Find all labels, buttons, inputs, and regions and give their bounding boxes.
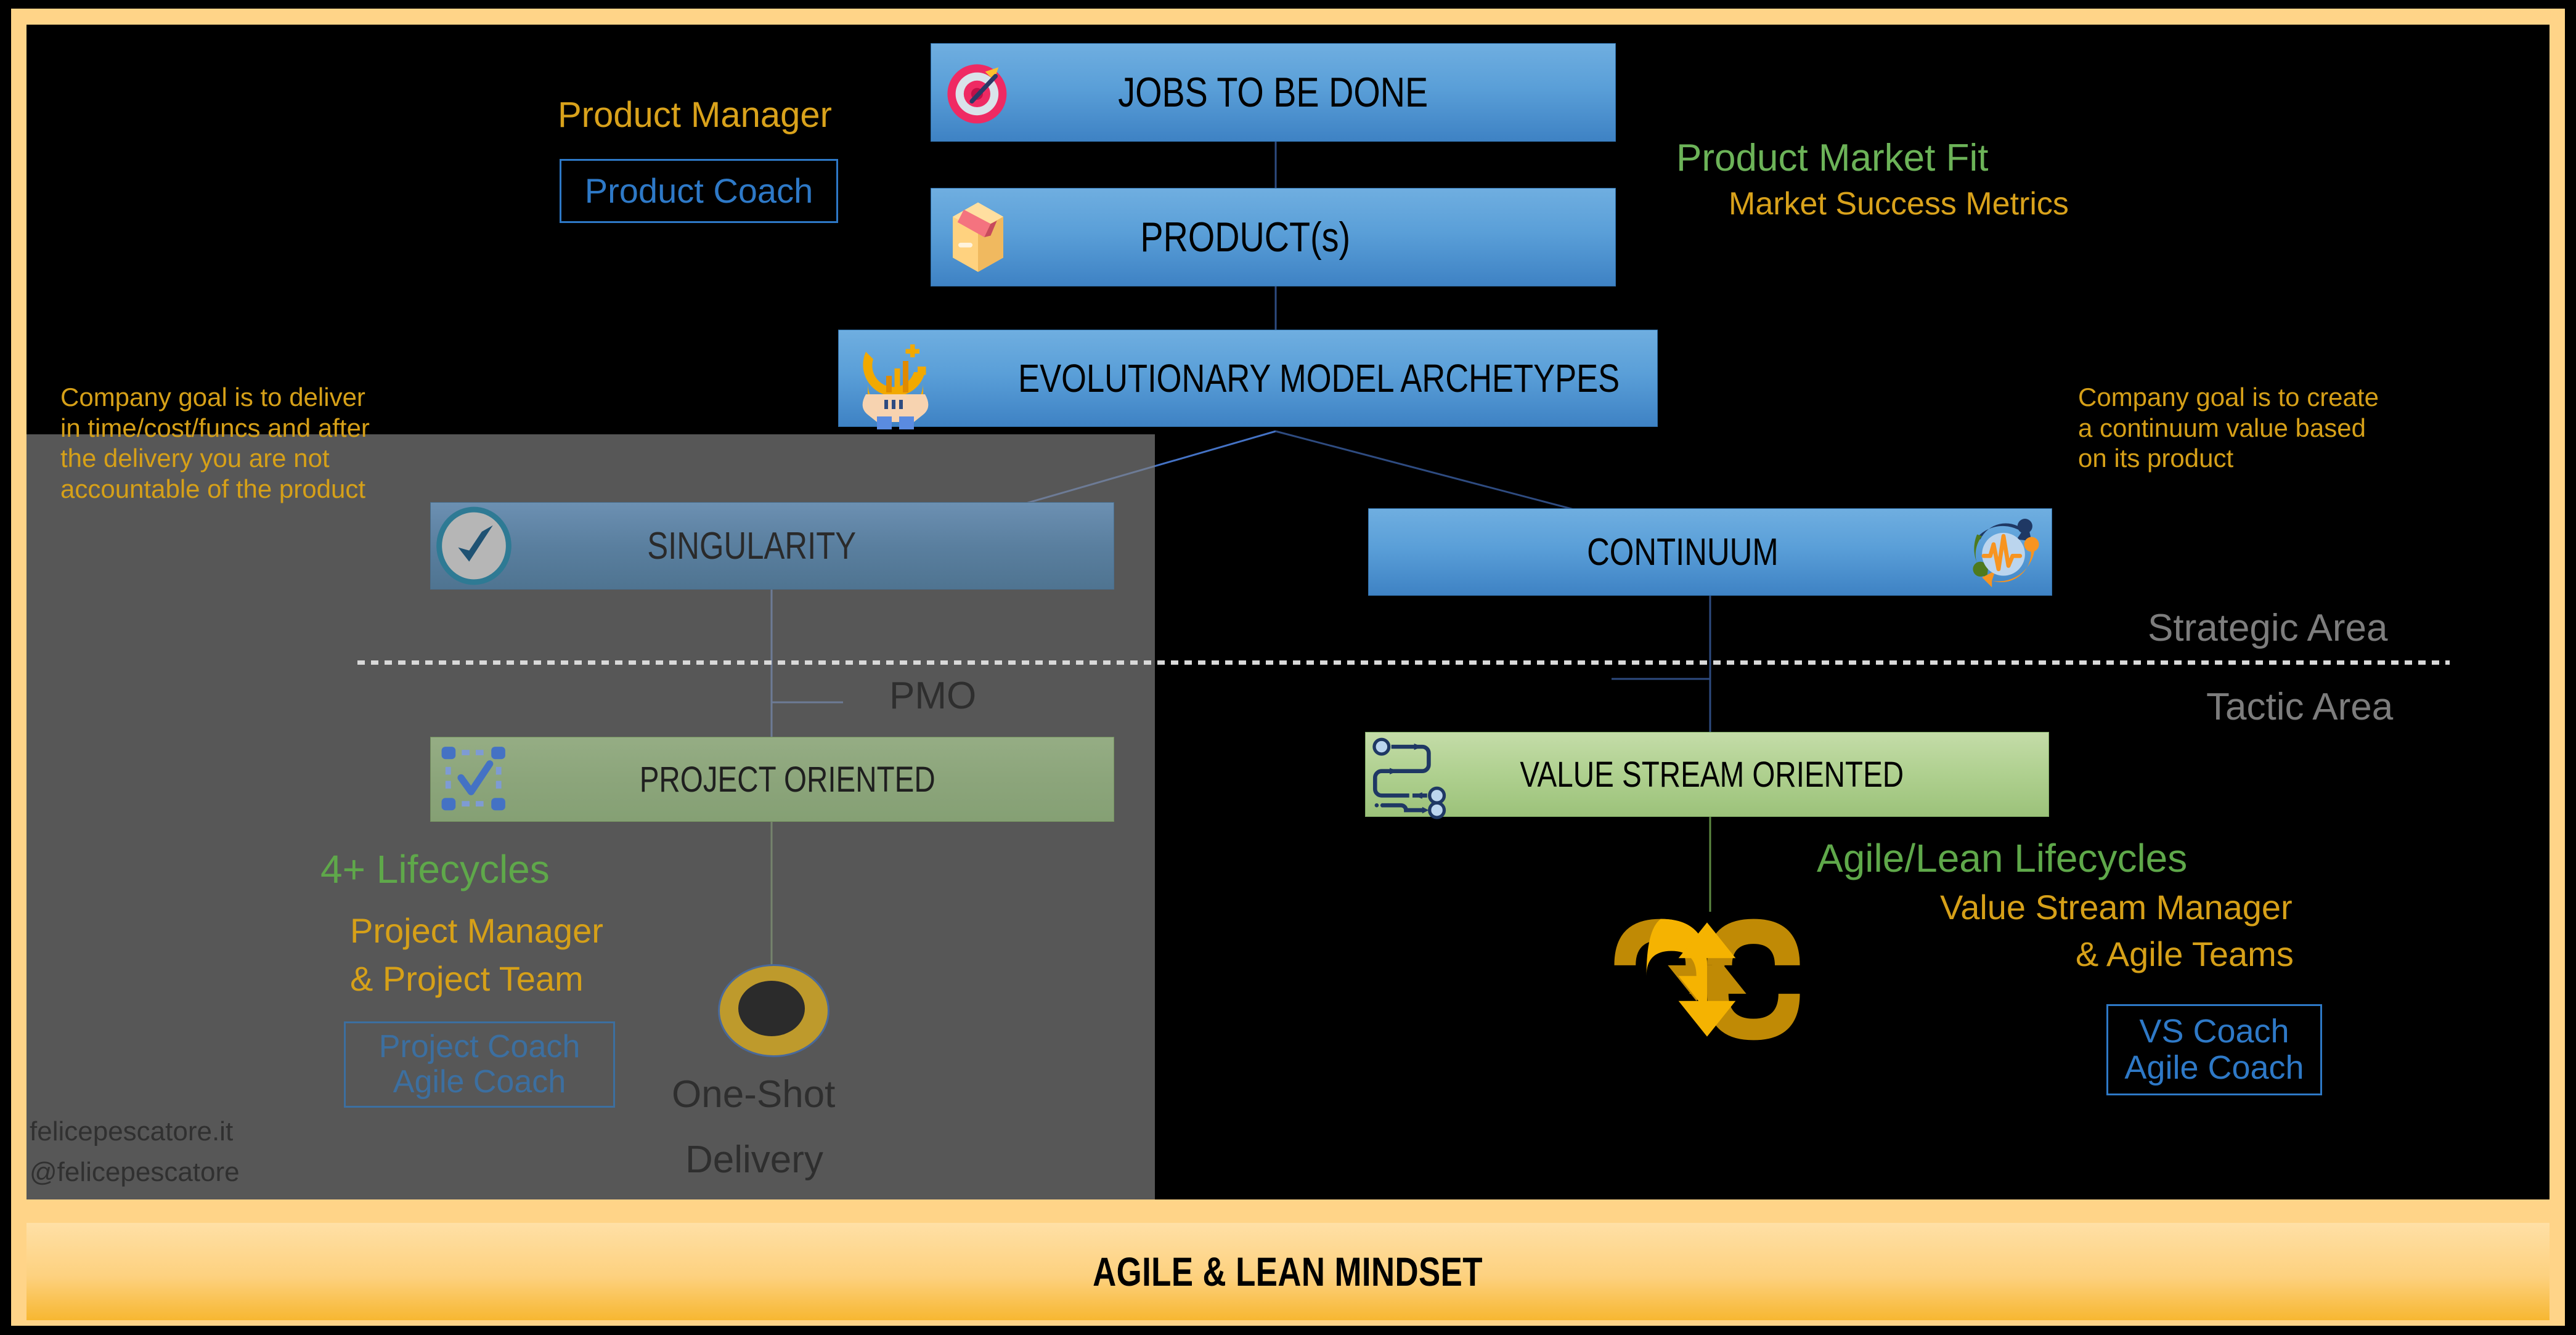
node-continuum[interactable]: CONTINUUM <box>1368 508 2052 596</box>
node-products[interactable]: PRODUCT(s) <box>931 188 1616 286</box>
target-dart-icon <box>942 55 1016 129</box>
chip-project-coach[interactable]: Project Coach Agile Coach <box>344 1021 615 1108</box>
value-stream-flow-icon <box>1372 734 1453 819</box>
node-jobs-to-be-done-label: JOBS TO BE DONE <box>1118 69 1429 116</box>
label-product-manager: Product Manager <box>558 95 832 135</box>
chip-vs-coach-line2: Agile Coach <box>2124 1049 2304 1086</box>
dashed-box-check-icon <box>437 741 515 818</box>
node-project-oriented-label: PROJECT ORIENTED <box>639 759 935 800</box>
check-circle-icon <box>434 505 513 586</box>
label-agile-teams-role: & Agile Teams <box>2076 935 2294 973</box>
node-singularity-label: SINGULARITY <box>647 524 857 567</box>
label-value-stream-manager-role: Value Stream Manager <box>1940 888 2293 927</box>
node-value-stream-oriented-label: VALUE STREAM ORIENTED <box>1520 754 1904 795</box>
node-singularity[interactable]: SINGULARITY <box>430 502 1114 590</box>
bottom-banner-label: AGILE & LEAN MINDSET <box>1093 1249 1483 1294</box>
cycle-pulse-network-icon <box>1962 511 2045 594</box>
label-tactic-area: Tactic Area <box>2206 686 2394 728</box>
chip-project-coach-line2: Agile Coach <box>393 1064 566 1100</box>
node-evolutionary-model-archetypes[interactable]: EVOLUTIONARY MODEL ARCHETYPES <box>838 330 1658 429</box>
strategic-tactic-divider <box>357 660 2450 665</box>
label-product-market-fit: Product Market Fit <box>1676 137 1989 179</box>
chip-product-coach-line1: Product Coach <box>584 171 813 211</box>
bottom-banner: AGILE & LEAN MINDSET <box>26 1223 2550 1320</box>
credits-handle: @felicepescatore <box>30 1157 240 1187</box>
label-pmo: PMO <box>889 675 977 717</box>
label-delivery: Delivery <box>685 1138 823 1181</box>
node-continuum-label: CONTINUUM <box>1587 530 1779 574</box>
hand-holding-growth-icon <box>846 335 945 429</box>
node-evolutionary-model-archetypes-label: EVOLUTIONARY MODEL ARCHETYPES <box>1018 356 1620 400</box>
node-project-oriented[interactable]: PROJECT ORIENTED <box>430 737 1114 822</box>
chip-project-coach-line1: Project Coach <box>378 1028 581 1065</box>
chip-product-coach[interactable]: Product Coach <box>560 159 838 223</box>
label-goal-right: Company goal is to create a continuum va… <box>2078 383 2379 473</box>
node-products-label: PRODUCT(s) <box>1140 214 1351 261</box>
label-project-manager-role: Project Manager <box>350 911 603 950</box>
label-one-shot: One-Shot <box>672 1073 836 1116</box>
diagram-canvas: JOBS TO BE DONE PRODUCT(s) EVOLUTIONARY … <box>0 0 2576 1335</box>
label-right-lifecycles: Agile/Lean Lifecycles <box>1817 836 2188 880</box>
label-market-success-metrics: Market Success Metrics <box>1729 186 2069 222</box>
node-value-stream-oriented[interactable]: VALUE STREAM ORIENTED <box>1365 732 2049 819</box>
label-strategic-area: Strategic Area <box>2148 607 2388 649</box>
package-box-icon <box>944 198 1013 277</box>
chip-vs-coach[interactable]: VS Coach Agile Coach <box>2106 1004 2322 1095</box>
label-project-team-role: & Project Team <box>350 959 584 998</box>
node-jobs-to-be-done[interactable]: JOBS TO BE DONE <box>931 43 1616 142</box>
label-goal-left: Company goal is to deliver in time/cost/… <box>60 383 370 503</box>
one-shot-dot-core <box>738 981 805 1036</box>
label-left-lifecycles: 4+ Lifecycles <box>320 847 550 891</box>
credits-site: felicepescatore.it <box>30 1116 234 1146</box>
continuous-cycle-arrows-icon <box>1596 912 1818 1051</box>
chip-vs-coach-line1: VS Coach <box>2139 1012 2289 1050</box>
